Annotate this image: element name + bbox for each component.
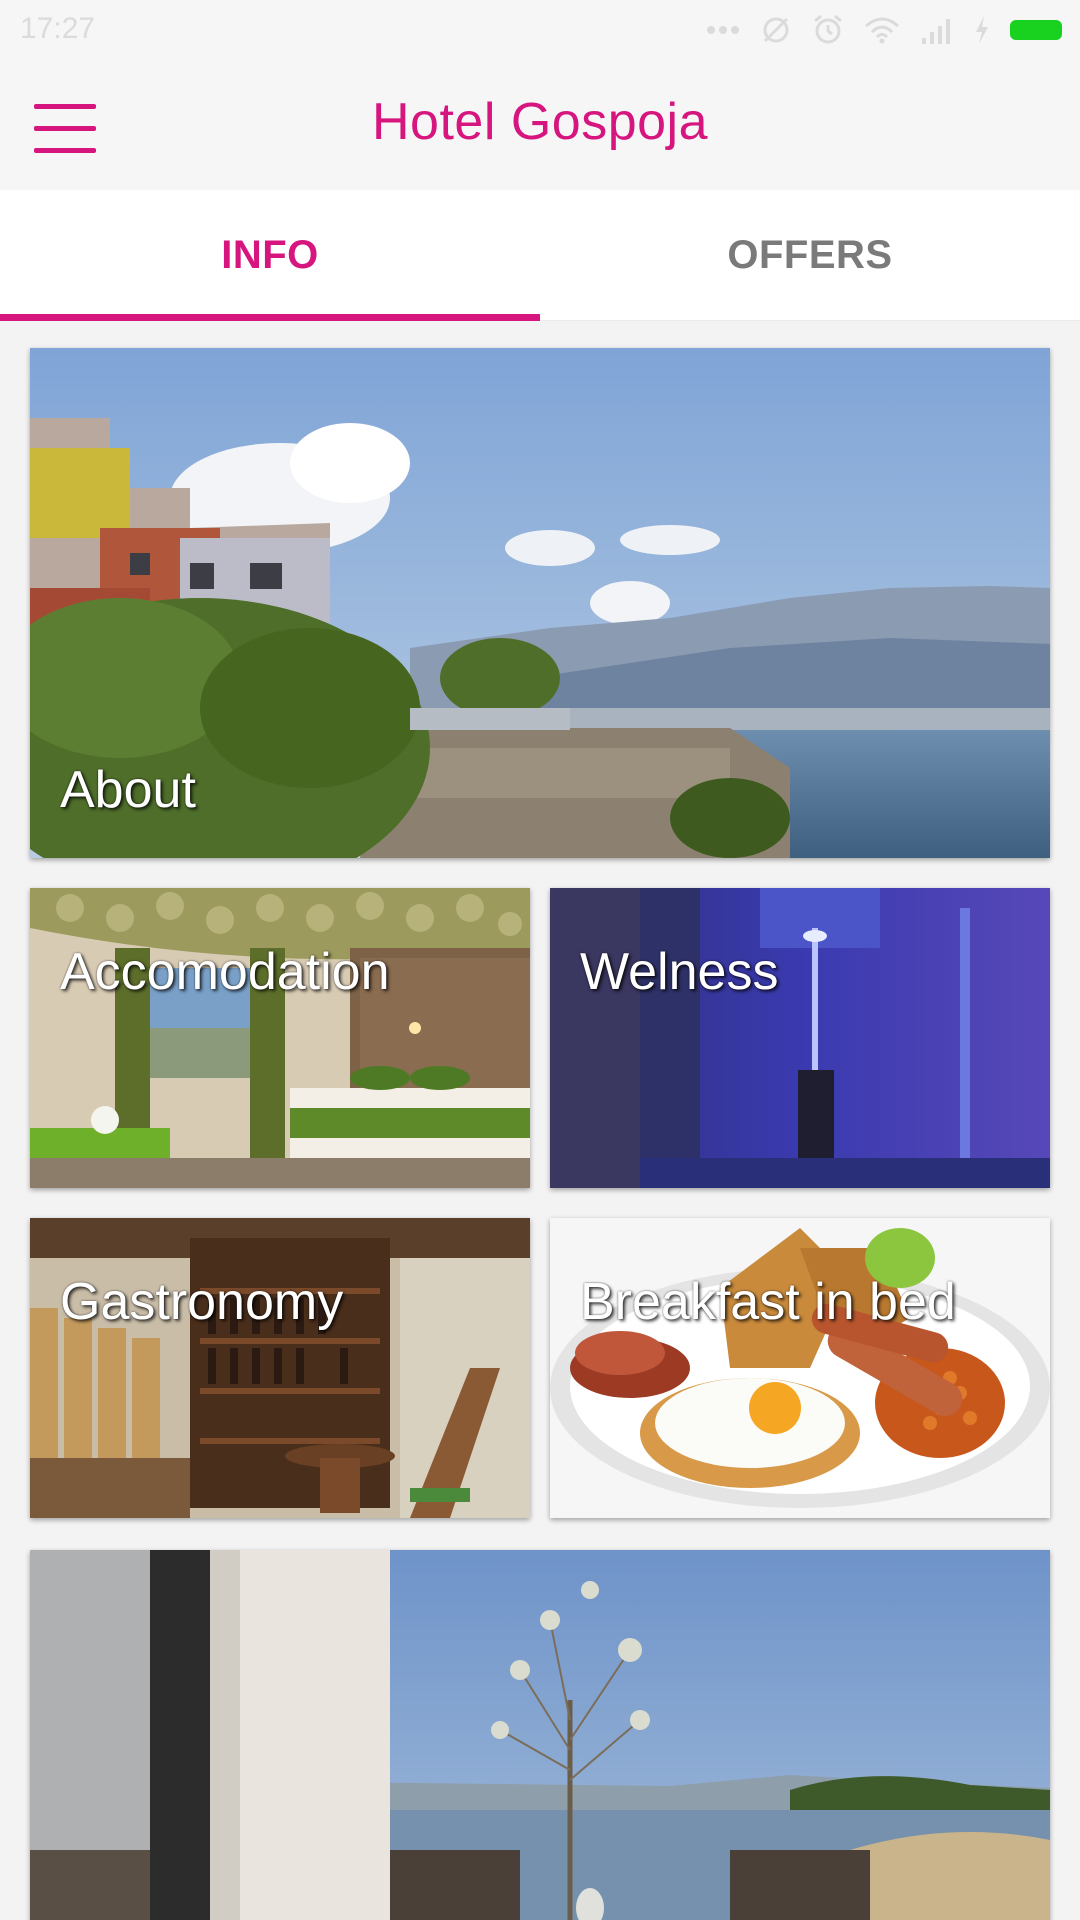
wifi-icon [865, 17, 899, 44]
signal-icon [922, 19, 950, 44]
card-label-gastronomy: Gastronomy [60, 1273, 344, 1331]
sync-icon [763, 17, 789, 43]
screen: 17:27 Hotel Gospoja INFO OFFERS About Ac… [0, 0, 1080, 1920]
card-label-about: About [60, 761, 196, 819]
card-welness[interactable]: Welness [550, 888, 1050, 1188]
gastronomy-image [30, 1218, 530, 1518]
card-label-breakfast-in-bed: Breakfast in bed [580, 1273, 956, 1331]
app-title: Hotel Gospoja [371, 93, 709, 151]
card-terrace[interactable] [30, 1550, 1050, 1920]
card-accomodation[interactable]: Accomodation [30, 888, 530, 1188]
card-label-welness: Welness [580, 943, 779, 1001]
card-breakfast-in-bed[interactable]: Breakfast in bed [550, 1218, 1050, 1518]
tab-info[interactable]: INFO [0, 190, 540, 320]
battery-icon [1010, 20, 1062, 40]
app-bar: Hotel Gospoja [0, 60, 1080, 190]
card-gastronomy[interactable]: Gastronomy [30, 1218, 530, 1518]
status-time: 17:27 [20, 12, 96, 45]
alarm-icon [814, 14, 842, 44]
terrace-image [30, 1550, 1050, 1920]
card-about[interactable]: About [30, 348, 1050, 858]
tab-bar: INFO OFFERS [0, 190, 1080, 321]
welness-image [550, 888, 1050, 1188]
tab-offers[interactable]: OFFERS [540, 190, 1080, 320]
breakfast-image [550, 1218, 1050, 1518]
accomodation-image [30, 888, 530, 1188]
status-icons [706, 14, 1062, 46]
card-label-accomodation: Accomodation [60, 943, 390, 1001]
tab-indicator [0, 314, 540, 321]
charging-icon [976, 16, 988, 44]
dots-icon [707, 26, 739, 34]
status-bar: 17:27 [0, 0, 1080, 60]
